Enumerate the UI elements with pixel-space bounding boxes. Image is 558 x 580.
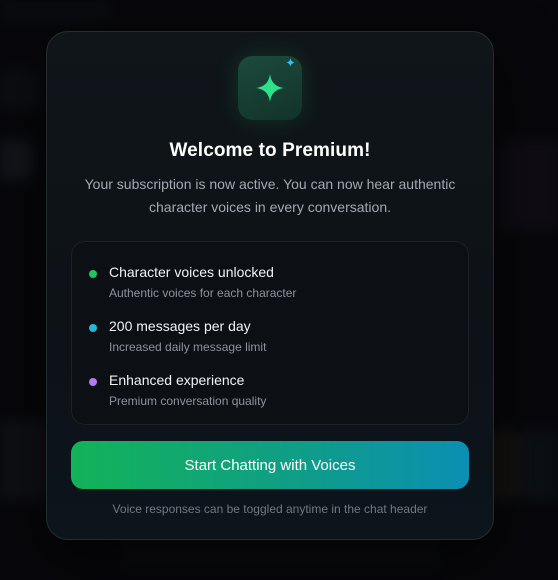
small-sparkle-icon bbox=[286, 58, 295, 67]
bullet-dot-icon bbox=[89, 324, 97, 332]
bullet-dot-icon bbox=[89, 270, 97, 278]
start-chatting-button[interactable]: Start Chatting with Voices bbox=[71, 441, 469, 489]
feature-title: 200 messages per day bbox=[109, 318, 251, 334]
feature-title: Enhanced experience bbox=[109, 372, 245, 388]
feature-title: Character voices unlocked bbox=[109, 264, 274, 280]
voice-toggle-hint: Voice responses can be toggled anytime i… bbox=[112, 502, 428, 516]
feature-description: Authentic voices for each character bbox=[109, 286, 297, 300]
sparkle-icon bbox=[256, 74, 284, 102]
premium-badge bbox=[238, 56, 302, 120]
feature-description: Premium conversation quality bbox=[109, 394, 267, 408]
features-list: Character voices unlocked Authentic voic… bbox=[71, 241, 469, 425]
premium-welcome-modal: Welcome to Premium! Your subscription is… bbox=[46, 31, 494, 540]
modal-title: Welcome to Premium! bbox=[169, 140, 371, 161]
feature-description: Increased daily message limit bbox=[109, 340, 267, 354]
modal-subtitle: Your subscription is now active. You can… bbox=[84, 176, 456, 215]
bullet-dot-icon bbox=[89, 378, 97, 386]
